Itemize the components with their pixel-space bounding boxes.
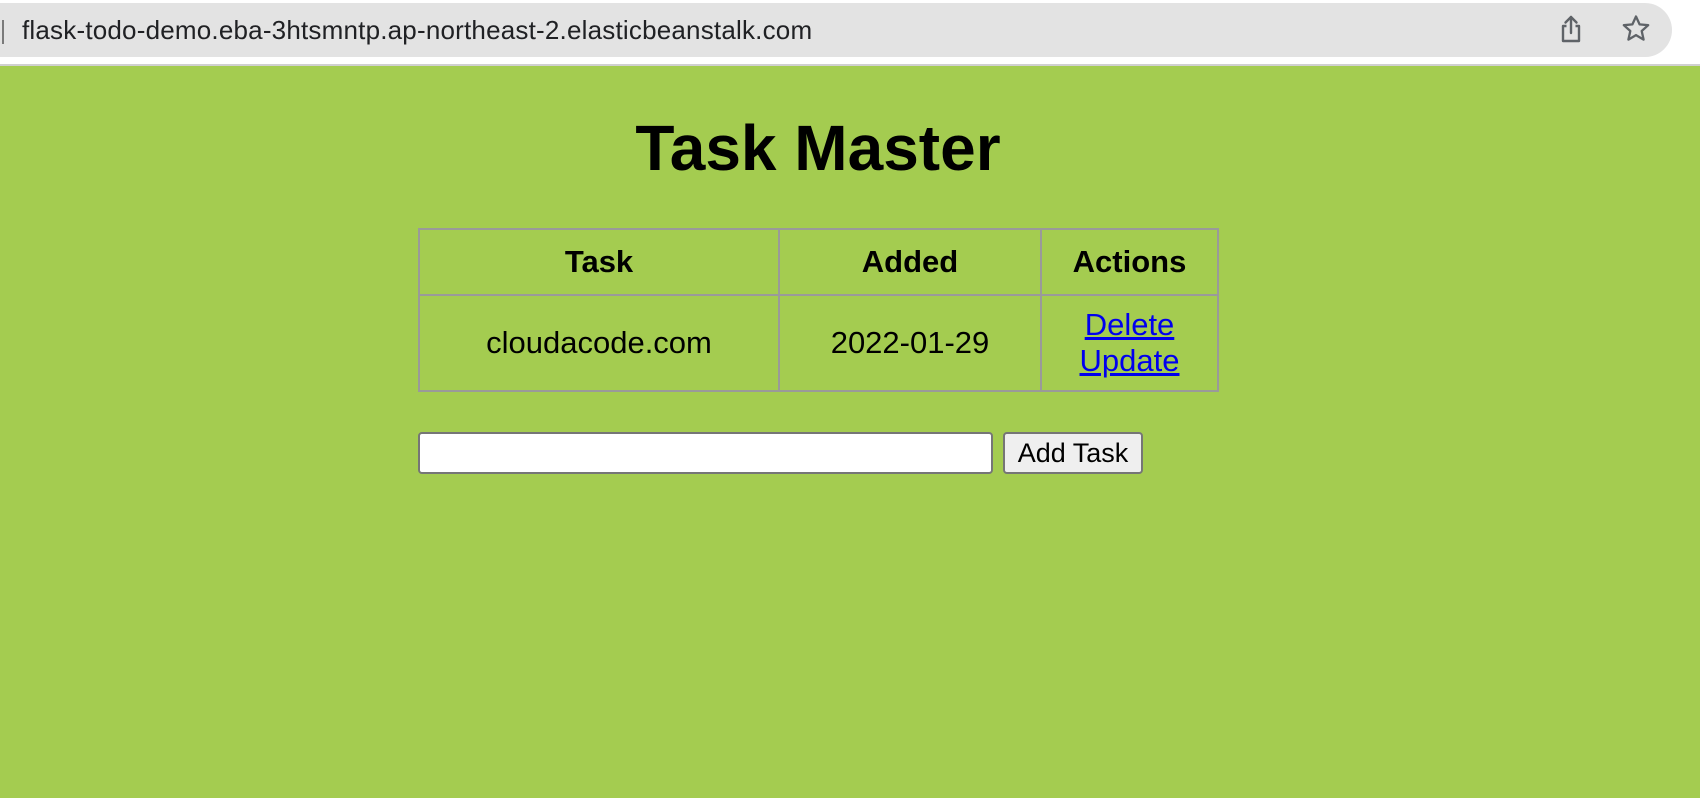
added-cell: 2022-01-29 [778, 294, 1042, 392]
add-task-button[interactable]: Add Task [1003, 432, 1143, 474]
page-title: Task Master [635, 112, 1001, 184]
url-text[interactable]: flask-todo-demo.eba-3htsmntp.ap-northeas… [22, 15, 812, 46]
table-row: cloudacode.com 2022-01-29 Delete Update [418, 294, 1219, 392]
task-cell: cloudacode.com [418, 294, 780, 392]
address-bar[interactable]: flask-todo-demo.eba-3htsmntp.ap-northeas… [0, 3, 1672, 57]
browser-toolbar: flask-todo-demo.eba-3htsmntp.ap-northeas… [0, 0, 1700, 66]
star-icon[interactable] [1621, 14, 1651, 44]
header-added: Added [778, 228, 1042, 296]
table-header-row: Task Added Actions [418, 228, 1219, 296]
text-caret [2, 20, 4, 44]
delete-link[interactable]: Delete [1042, 307, 1217, 343]
add-task-form: Add Task [418, 432, 1143, 474]
task-input[interactable] [418, 432, 993, 474]
header-task: Task [418, 228, 780, 296]
actions-cell: Delete Update [1040, 294, 1219, 392]
task-table: Task Added Actions cloudacode.com 2022-0… [418, 228, 1219, 392]
share-icon[interactable] [1556, 14, 1586, 44]
header-actions: Actions [1040, 228, 1219, 296]
update-link[interactable]: Update [1042, 343, 1217, 379]
